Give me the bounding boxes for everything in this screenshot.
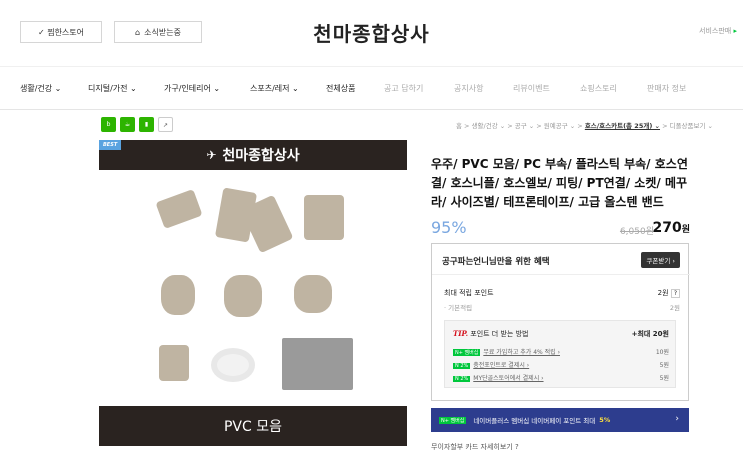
tip-row-charge: N 2% 충전포인트로 결제시 › 5원: [453, 360, 669, 369]
blog-icon[interactable]: b: [101, 117, 116, 132]
divider: [432, 274, 690, 275]
banner-highlight: 5%: [599, 416, 611, 424]
nav-item-seller-info[interactable]: 판매자 정보: [647, 83, 686, 94]
bird-logo-icon: ✈: [206, 148, 217, 162]
membership-badge: N+ 멤버십: [439, 416, 467, 424]
help-icon[interactable]: ?: [670, 289, 680, 298]
teflon-tape-image: [211, 348, 255, 382]
npay-badge: N 2%: [453, 363, 471, 369]
sale-price: 270원: [652, 220, 690, 236]
membership-badge: N+ 멤버십: [453, 349, 481, 356]
tip-value: 5원: [659, 362, 669, 369]
fitting-image: [294, 275, 332, 313]
nav-item-qna[interactable]: 공고 답하기: [384, 83, 423, 94]
product-image[interactable]: ✈ 천마종합상사 BEST PVC 모음: [99, 140, 407, 446]
tip-link-charge[interactable]: 충전포인트로 결제시 ›: [473, 362, 529, 369]
fitting-image: [161, 275, 195, 315]
image-footer: PVC 모음: [99, 406, 407, 446]
breadcrumb-path[interactable]: 홈 > 생활/건강 ⌄ > 공구 ⌄ > 원예공구 ⌄ >: [456, 122, 585, 130]
benefit-box: 공구파는언니님만을 위한 혜택 쿠폰받기 › 최대 적립 포인트 2원 ? · …: [431, 243, 690, 401]
base-point-value: 2원: [669, 304, 680, 312]
fitting-image: [304, 195, 344, 240]
nav-item-health[interactable]: 생활/건강 ⌄: [20, 83, 61, 94]
base-point-row: · 기본적립 2원: [444, 302, 680, 312]
store-header: ✓ 찜한스토어 ⌂ 소식받는중 천마종합상사 서비스판매 ▸: [0, 0, 743, 64]
product-info: 우주/ PVC 모음/ PC 부속/ 플라스틱 부속/ 호스연결/ 호스니플/ …: [431, 155, 696, 246]
nav-item-all-products[interactable]: 전체상품: [326, 83, 355, 94]
benefit-heading: 공구파는언니님만을 위한 혜택: [442, 257, 550, 267]
banner-text: 네이버플러스 멤버십 네이버페이 포인트 최대: [473, 417, 596, 425]
product-title: 우주/ PVC 모음/ PC 부속/ 플라스틱 부속/ 호스연결/ 호스니플/ …: [431, 157, 688, 209]
original-price: 6,050원: [619, 227, 654, 237]
share-icon[interactable]: ↗: [158, 117, 173, 132]
fitting-image: [224, 275, 262, 317]
tip-value: 10원: [655, 349, 669, 356]
plug-image: [159, 345, 189, 381]
store-name[interactable]: 천마종합상사: [0, 18, 743, 47]
service-dot-icon: ▸: [733, 27, 737, 35]
max-point-row: 최대 적립 포인트 2원 ?: [444, 288, 680, 298]
breadcrumb-current[interactable]: 호스/호스카트(총 25개) ⌄: [585, 122, 660, 130]
breadcrumb: 홈 > 생활/건강 ⌄ > 공구 ⌄ > 원예공구 ⌄ > 호스/호스카트(총 …: [456, 120, 713, 130]
price-row: 95% 6,050원 270원: [431, 216, 696, 246]
bookmark-icon[interactable]: ▮: [139, 117, 154, 132]
tip-total: +최대 20원: [631, 330, 669, 338]
service-link[interactable]: 서비스판매 ▸: [699, 26, 737, 36]
membership-banner[interactable]: N+ 멤버십 네이버플러스 멤버십 네이버페이 포인트 최대 5% ›: [431, 408, 689, 432]
nav-item-digital[interactable]: 디지털/가전 ⌄: [88, 83, 137, 94]
tip-link-membership[interactable]: 무료 가입하고 추가 4% 적립 ›: [483, 349, 560, 356]
best-badge: BEST: [99, 140, 122, 150]
tip-row-membership: N+ 멤버십 무료 가입하고 추가 4% 적립 › 10원: [453, 347, 669, 356]
tip-heading: TIP. 포인트 더 받는 방법: [453, 329, 529, 338]
nav-item-sports[interactable]: 스포츠/레저 ⌄: [250, 83, 299, 94]
discount-rate: 95%: [431, 218, 467, 237]
max-point-value: 2원 ?: [658, 288, 680, 298]
coupon-button[interactable]: 쿠폰받기 ›: [641, 252, 680, 268]
chevron-right-icon: ›: [675, 414, 679, 424]
share-bar: b ☕ ▮ ↗: [101, 117, 173, 132]
category-nav: 생활/건강 ⌄ 디지털/가전 ⌄ 가구/인테리어 ⌄ 스포츠/레저 ⌄ 전체상품…: [0, 66, 743, 110]
npay-badge: N 2%: [453, 376, 471, 382]
nav-item-notice[interactable]: 공지사항: [454, 83, 483, 94]
image-brand-bar: ✈ 천마종합상사: [99, 140, 407, 170]
tip-link-mystore[interactable]: MY단골스토어에서 결제시 ›: [473, 375, 543, 382]
image-brand: 천마종합상사: [222, 148, 300, 164]
nav-item-furniture[interactable]: 가구/인테리어 ⌄: [164, 83, 220, 94]
fitting-image: [155, 189, 203, 229]
hose-band-image: [282, 338, 353, 390]
breadcrumb-tail[interactable]: > 디폴상품보기 ⌄: [660, 122, 713, 130]
nav-item-shopping-story[interactable]: 쇼핑스토리: [580, 83, 617, 94]
talk-icon[interactable]: ☕: [120, 117, 135, 132]
nav-item-review-event[interactable]: 리뷰이벤트: [513, 83, 550, 94]
installment-info[interactable]: 무이자할부 카드 자세히보기 ?: [431, 442, 519, 452]
base-point-label: · 기본적립: [444, 304, 473, 312]
tip-value: 5원: [659, 375, 669, 382]
tip-row-mystore: N 2% MY단골스토어에서 결제시 › 5원: [453, 373, 669, 382]
max-point-label: 최대 적립 포인트: [444, 289, 494, 297]
tip-box: TIP. 포인트 더 받는 방법 +최대 20원 N+ 멤버십 무료 가입하고 추…: [444, 320, 676, 388]
